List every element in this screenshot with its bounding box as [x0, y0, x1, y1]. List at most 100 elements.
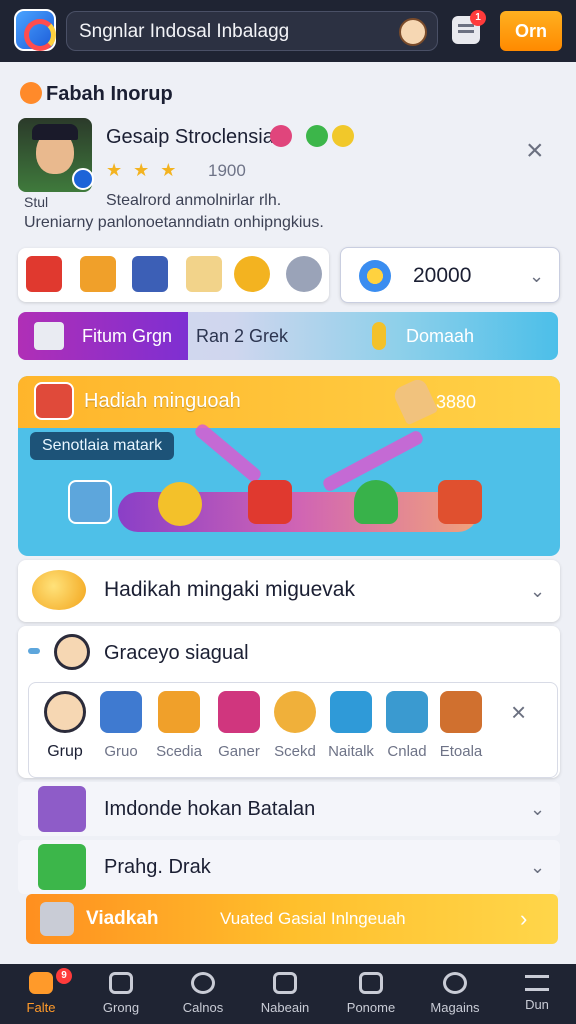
profile-name: Gesaip Stroclensia: [106, 126, 274, 148]
row-avatar: [38, 786, 86, 832]
reward-row[interactable]: Hadikah mingaki miguevak ⌄: [18, 560, 560, 622]
verified-icon: [72, 168, 94, 190]
scroll-icon[interactable]: [186, 256, 222, 292]
box-icon: [100, 691, 142, 733]
nav-item-home[interactable]: Falte 9: [0, 964, 82, 1024]
gift-box-icon[interactable]: [26, 256, 62, 292]
chevron-down-icon[interactable]: ⌄: [530, 800, 545, 818]
menu-icon: [525, 975, 549, 991]
nav-item-magains[interactable]: Magains: [414, 964, 496, 1024]
profile-sub-text: Stealrord anmolnirlar rlh.: [106, 192, 282, 209]
nav-item-menu[interactable]: Dun: [496, 964, 576, 1024]
chevron-down-icon[interactable]: ⌄: [530, 582, 545, 600]
chest-icon: [218, 691, 260, 733]
coin-icon: [359, 260, 391, 292]
profile-sub-label: Stul: [24, 194, 49, 210]
list-row[interactable]: Imdonde hokan Batalan ⌄: [18, 782, 560, 836]
banana-icon: [372, 322, 386, 350]
camera-icon: [40, 902, 74, 936]
search-input[interactable]: Sngnlar Indosal Inbalagg: [79, 21, 289, 43]
close-icon[interactable]: ×: [526, 136, 544, 166]
grid-item[interactable]: Etoala: [433, 691, 489, 760]
coin-stack-icon: [32, 570, 86, 610]
shield-icon[interactable]: [354, 480, 398, 524]
robot-icon[interactable]: [68, 480, 112, 524]
grid-label: Ganer: [218, 743, 260, 760]
grid-item[interactable]: Cnlad: [379, 691, 435, 760]
gift-icon[interactable]: [248, 480, 292, 524]
box-icon: [158, 691, 200, 733]
chest-icon: [440, 691, 482, 733]
tab-domaah[interactable]: Domaah: [406, 326, 474, 347]
chat-icon: [273, 972, 297, 994]
camera-icon: [34, 322, 64, 350]
nav-label: Ponome: [346, 1000, 396, 1015]
promo-bar[interactable]: Viadkah Vuated Gasial Inlngeuah ›: [26, 894, 558, 944]
nav-item-nabeain[interactable]: Nabeain: [244, 964, 326, 1024]
nav-item-grong[interactable]: Grong: [80, 964, 162, 1024]
coin-icon[interactable]: [158, 482, 202, 526]
grid-label: Grup: [47, 743, 83, 760]
top-action-button[interactable]: Orn: [500, 11, 562, 51]
nav-badge: 9: [56, 968, 72, 984]
house-icon: [109, 972, 133, 994]
app-logo[interactable]: [14, 9, 56, 51]
grid-item[interactable]: Grup: [37, 691, 93, 761]
grid-label: Gruo: [104, 743, 138, 760]
row-avatar: [38, 844, 86, 890]
tab-bar: Fitum Grgn Ran 2 Grek Domaah: [18, 312, 558, 360]
nav-label: Falte: [26, 1000, 56, 1015]
hand-icon: [391, 376, 439, 426]
message-icon: [443, 972, 467, 994]
dot-icon: [28, 648, 40, 654]
chevron-down-icon[interactable]: ⌄: [530, 858, 545, 876]
grid-label: Scekd: [274, 743, 316, 760]
gift-icon[interactable]: [80, 256, 116, 292]
arrow-decoration: [192, 421, 264, 485]
tab-fitum[interactable]: Fitum Grgn: [18, 312, 188, 360]
can-icon[interactable]: [286, 256, 322, 292]
nav-label: Calnos: [182, 1000, 224, 1015]
nav-label: Grong: [102, 1000, 140, 1015]
chest-icon: [386, 691, 428, 733]
nav-item-ponome[interactable]: Ponome: [330, 964, 412, 1024]
chevron-down-icon[interactable]: ⌄: [529, 267, 544, 285]
level-value: 1900: [208, 161, 246, 180]
grid-item[interactable]: Gruo: [93, 691, 149, 760]
grid-label: Naitalk: [328, 743, 374, 760]
flame-icon: [20, 82, 42, 104]
grid-label: Cnlad: [387, 743, 427, 760]
coin-value: 20000: [413, 264, 472, 287]
nav-label: Dun: [525, 997, 549, 1012]
search-box[interactable]: Sngnlar Indosal Inbalagg: [66, 11, 438, 51]
weekly-reward-card[interactable]: Hadiah minguoah 3880 Senotlaia matark: [18, 376, 560, 556]
chest-icon[interactable]: [438, 480, 482, 524]
bottom-nav: Falte 9 Grong Calnos Nabeain Ponome Maga…: [0, 964, 576, 1024]
reward-title: Hadikah mingaki miguevak: [104, 578, 355, 601]
search-avatar-icon[interactable]: [399, 18, 427, 46]
chest-icon[interactable]: [132, 256, 168, 292]
coin-pile-icon[interactable]: [234, 256, 270, 292]
nav-item-calnos[interactable]: Calnos: [162, 964, 244, 1024]
home-icon: [29, 972, 53, 994]
box-icon: [330, 691, 372, 733]
grid-item[interactable]: Scekd: [267, 691, 323, 760]
group-avatar: [54, 634, 90, 670]
shield-icon: [306, 125, 328, 147]
chevron-right-icon[interactable]: ›: [520, 906, 527, 932]
grid-item[interactable]: Naitalk: [323, 691, 379, 760]
nav-label: Nabeain: [260, 1000, 310, 1015]
rating-stars: ★ ★ ★: [106, 160, 180, 180]
close-icon[interactable]: ×: [511, 697, 526, 727]
grid-label: Etoala: [439, 743, 483, 760]
group-grid: Grup Gruo Scedia Ganer Scekd Naitalk Cnl…: [28, 682, 558, 778]
grid-item[interactable]: Scedia: [151, 691, 207, 760]
grid-item[interactable]: Ganer: [211, 691, 267, 760]
coin-balance[interactable]: 20000 ⌄: [340, 247, 560, 303]
row-label: Imdonde hokan Batalan: [104, 798, 316, 820]
tab-label: Fitum Grgn: [82, 326, 173, 346]
inbox-badge: 1: [470, 10, 486, 26]
tab-ran[interactable]: Ran 2 Grek: [196, 326, 288, 347]
medal-icon: [332, 125, 354, 147]
list-row[interactable]: Prahg. Drak ⌄: [18, 840, 560, 894]
